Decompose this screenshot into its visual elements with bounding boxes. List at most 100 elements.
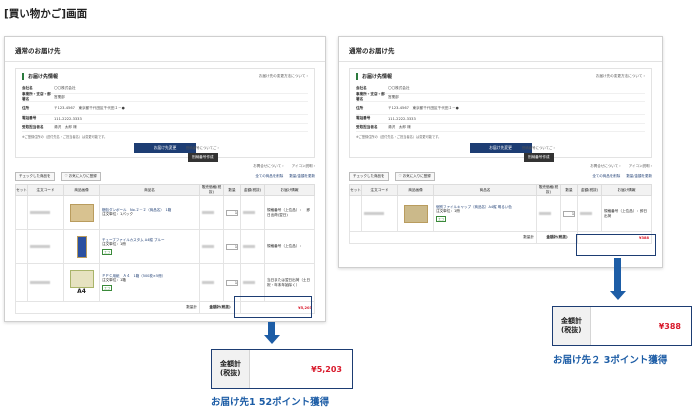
- row-checkbox[interactable]: [15, 229, 28, 264]
- order-code: [27, 229, 64, 264]
- col-header: 数量: [223, 184, 241, 196]
- col-header: 数量: [560, 184, 578, 196]
- zoom-label: 金額計 (税抜): [212, 350, 250, 388]
- bulk-number-note[interactable]: 別納番号についてご ›: [186, 145, 219, 150]
- checked-items-button[interactable]: チェックした商品を: [15, 172, 55, 181]
- col-header: 販売価格(税抜): [536, 184, 561, 196]
- product-image: A4: [63, 263, 100, 302]
- unit-price: [199, 195, 224, 230]
- product-spec: 注文単位：1箱: [102, 278, 126, 283]
- product-spec: 注文単位：1冊: [436, 209, 460, 214]
- info-value: 〇〇株式会社: [54, 86, 76, 91]
- change-method-link[interactable]: お届け先の変更方法について ›: [596, 74, 645, 79]
- info-row: 受取担当者名 湯沢 太郎 様: [22, 124, 308, 132]
- product-spec: 注文単位：1冊: [102, 242, 126, 247]
- info-row: 事業所・支店・部署名 営業部: [22, 92, 308, 102]
- product-name-cell: 個別ファイルキャップ（商品名）A4縦 明るい色 注文単位：1冊 エコ: [433, 195, 537, 232]
- update-qty-link[interactable]: 数量/金額を更新: [289, 174, 315, 179]
- eco-badge: エコ: [102, 249, 113, 256]
- cart-screenshot-1: 通常のお届け先 お届け先情報 お届け先の変更方法について › 会社名 〇〇株式会社…: [4, 36, 326, 322]
- info-row: 会社名 〇〇株式会社: [22, 85, 308, 94]
- info-row: 電話番号 111-2222-3333: [22, 115, 308, 124]
- col-header: 商品名: [433, 184, 537, 196]
- qty-input[interactable]: 1: [226, 279, 238, 286]
- row-checkbox[interactable]: [15, 195, 28, 230]
- amount: [240, 229, 265, 264]
- amount: [577, 195, 602, 232]
- table-row: 梱包ダンボール No.２－２（商品名） 1箱 注文単位：1パック 1 規格番号（上…: [15, 195, 315, 230]
- product-image: [63, 229, 100, 264]
- inquiry-link[interactable]: お問合せについて ›: [253, 164, 283, 169]
- arrow-down-icon: [614, 258, 621, 292]
- update-qty-link[interactable]: 数量/金額を更新: [626, 174, 652, 179]
- info-value: 湯沢 太郎 様: [54, 124, 77, 129]
- table-header-row: セット 注文コード 商品画像 商品名 販売価格(税抜) 数量 金額(税抜) お届…: [15, 184, 315, 196]
- change-method-link[interactable]: お届け先の変更方法について ›: [259, 74, 308, 79]
- points-caption-1: お届け先1 52ポイント獲得: [211, 397, 330, 408]
- create-bulk-number-button[interactable]: 別納番号作成: [524, 153, 554, 162]
- unit-price: [199, 229, 224, 264]
- help-links: お問合せについて › アイコン説明 ›: [15, 164, 315, 169]
- delivery-info: 規格番号（上位品）：即日出荷: [601, 195, 652, 232]
- icon-help-link[interactable]: アイコン説明 ›: [629, 164, 652, 169]
- note-text: ※ご登録住所の（送付先名・ご担当者名）は変更可能です。: [356, 135, 442, 139]
- help-links: お問合せについて › アイコン説明 ›: [349, 164, 652, 169]
- info-key: 会社名: [356, 86, 367, 91]
- delivery-info: 規格番号（上位品）：: [264, 229, 315, 264]
- col-header: お届け情報: [264, 184, 315, 196]
- info-key: 電話番号: [22, 116, 37, 121]
- bulk-number-note[interactable]: 別納番号についてご ›: [522, 145, 555, 150]
- zoom-total-value: ¥5,203: [311, 364, 342, 374]
- info-row: 受取担当者名 湯沢 太郎 様: [356, 124, 645, 132]
- product-name-cell: チューブファイルカスタム A4縦 ブルー 注文単位：1冊 エコ: [99, 229, 200, 264]
- info-row: 会社名 〇〇株式会社: [356, 85, 645, 94]
- col-header: お届け情報: [601, 184, 652, 196]
- col-header: 商品名: [99, 184, 200, 196]
- inquiry-link[interactable]: お問合せについて ›: [590, 164, 620, 169]
- zoom-label-line2: (税抜): [220, 369, 241, 377]
- row-checkbox[interactable]: [349, 195, 362, 232]
- info-key: 電話番号: [356, 116, 371, 121]
- row-checkbox[interactable]: [15, 263, 28, 302]
- unit-price: [536, 195, 561, 232]
- delivery-info-panel: お届け先情報 お届け先の変更方法について › 会社名 〇〇株式会社 事業所・支店・…: [15, 68, 315, 162]
- cart-table: セット 注文コード 商品画像 商品名 販売価格(税抜) 数量 金額(税抜) お届…: [15, 184, 315, 314]
- create-bulk-number-button[interactable]: 別納番号作成: [188, 153, 218, 162]
- bulk-actions: チェックした商品を ♡ お気に入りに登録 全ての商品を削除 数量/金額を更新: [349, 172, 652, 181]
- info-row: 事業所・支店・部署名 営業部: [356, 92, 645, 102]
- a4-label: A4: [77, 288, 86, 295]
- checked-items-button[interactable]: チェックした商品を: [349, 172, 389, 181]
- add-favorite-button[interactable]: ♡ お気に入りに登録: [60, 172, 101, 181]
- order-code: [361, 195, 398, 232]
- delete-all-link[interactable]: 全ての商品を削除: [255, 174, 283, 179]
- delivery-header: 通常のお届け先: [5, 37, 325, 62]
- qty-input[interactable]: 1: [563, 210, 575, 217]
- col-header: セット: [349, 184, 362, 196]
- total-highlight-2: [576, 234, 656, 256]
- info-key: 事業所・支店・部署名: [22, 92, 51, 102]
- qty-cell: 1: [223, 195, 241, 230]
- subtotal-label: 数量計: [15, 301, 200, 314]
- icon-help-link[interactable]: アイコン説明 ›: [292, 164, 315, 169]
- product-image: [397, 195, 434, 232]
- product-image: [63, 195, 100, 230]
- col-header: 金額(税抜): [577, 184, 602, 196]
- qty-input[interactable]: 1: [226, 243, 238, 250]
- zoom-total-value: ¥388: [658, 321, 681, 331]
- delete-all-link[interactable]: 全ての商品を削除: [592, 174, 620, 179]
- info-value: 〒123-4567 東京都千代田区千代田１－●: [54, 105, 125, 110]
- total-highlight-1: [234, 296, 312, 318]
- col-header: 商品画像: [397, 184, 434, 196]
- col-header: 注文コード: [27, 184, 64, 196]
- add-favorite-button[interactable]: ♡ お気に入りに登録: [394, 172, 435, 181]
- delivery-header: 通常のお届け先: [339, 37, 662, 62]
- info-row: 住所 〒123-4567 東京都千代田区千代田１－●: [356, 102, 645, 115]
- info-key: 住所: [22, 105, 30, 110]
- product-name-cell: ＰＰＣ用紙 Ａ４ 1箱（500枚×5冊） 注文単位：1箱 エコ: [99, 263, 200, 302]
- col-header: 販売価格(税抜): [199, 184, 224, 196]
- info-key: 受取担当者名: [22, 124, 44, 129]
- qty-input[interactable]: 1: [226, 209, 238, 216]
- table-row: 個別ファイルキャップ（商品名）A4縦 明るい色 注文単位：1冊 エコ 1 規格番号（…: [349, 195, 652, 232]
- zoom-label-line2: (税抜): [561, 326, 582, 334]
- info-value: 〒123-4567 東京都千代田区千代田１－●: [388, 105, 459, 110]
